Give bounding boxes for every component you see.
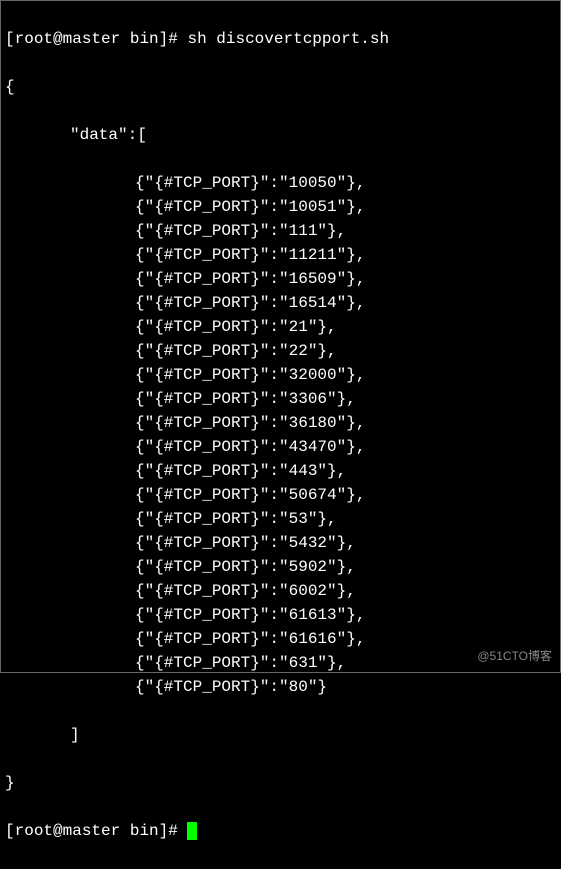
port-entry: {"{#TCP_PORT}":"61616"}, [5,627,556,651]
prompt-path: bin [130,822,159,840]
command-line: [root@master bin]# sh discovertcpport.sh [5,27,556,51]
close-bracket: ] [5,723,556,747]
port-entry: {"{#TCP_PORT}":"22"}, [5,339,556,363]
port-entry: {"{#TCP_PORT}":"111"}, [5,219,556,243]
prompt-host: master [63,30,121,48]
port-entry: {"{#TCP_PORT}":"16509"}, [5,267,556,291]
prompt-line[interactable]: [root@master bin]# [5,819,556,843]
port-entry: {"{#TCP_PORT}":"10050"}, [5,171,556,195]
port-entry: {"{#TCP_PORT}":"80"} [5,675,556,699]
port-entry: {"{#TCP_PORT}":"53"}, [5,507,556,531]
port-entry: {"{#TCP_PORT}":"50674"}, [5,483,556,507]
command-text: sh discovertcpport.sh [187,30,389,48]
open-brace: { [5,75,556,99]
terminal-output: [root@master bin]# sh discovertcpport.sh… [1,1,560,869]
port-entry: {"{#TCP_PORT}":"36180"}, [5,411,556,435]
port-entry: {"{#TCP_PORT}":"43470"}, [5,435,556,459]
port-entry: {"{#TCP_PORT}":"16514"}, [5,291,556,315]
port-entry: {"{#TCP_PORT}":"21"}, [5,315,556,339]
port-entry: {"{#TCP_PORT}":"32000"}, [5,363,556,387]
port-entry: {"{#TCP_PORT}":"631"}, [5,651,556,675]
close-brace: } [5,771,556,795]
cursor [187,822,197,840]
port-entry: {"{#TCP_PORT}":"3306"}, [5,387,556,411]
prompt-path: bin [130,30,159,48]
port-entry: {"{#TCP_PORT}":"61613"}, [5,603,556,627]
port-entry: {"{#TCP_PORT}":"6002"}, [5,579,556,603]
port-entry: {"{#TCP_PORT}":"5902"}, [5,555,556,579]
watermark: @51CTO博客 [477,647,552,664]
port-entries: {"{#TCP_PORT}":"10050"},{"{#TCP_PORT}":"… [5,171,556,699]
port-entry: {"{#TCP_PORT}":"11211"}, [5,243,556,267]
port-entry: {"{#TCP_PORT}":"10051"}, [5,195,556,219]
data-key-line: "data":[ [5,123,556,147]
port-entry: {"{#TCP_PORT}":"443"}, [5,459,556,483]
prompt-user: root [15,822,53,840]
prompt-user: root [15,30,53,48]
prompt-host: master [63,822,121,840]
port-entry: {"{#TCP_PORT}":"5432"}, [5,531,556,555]
